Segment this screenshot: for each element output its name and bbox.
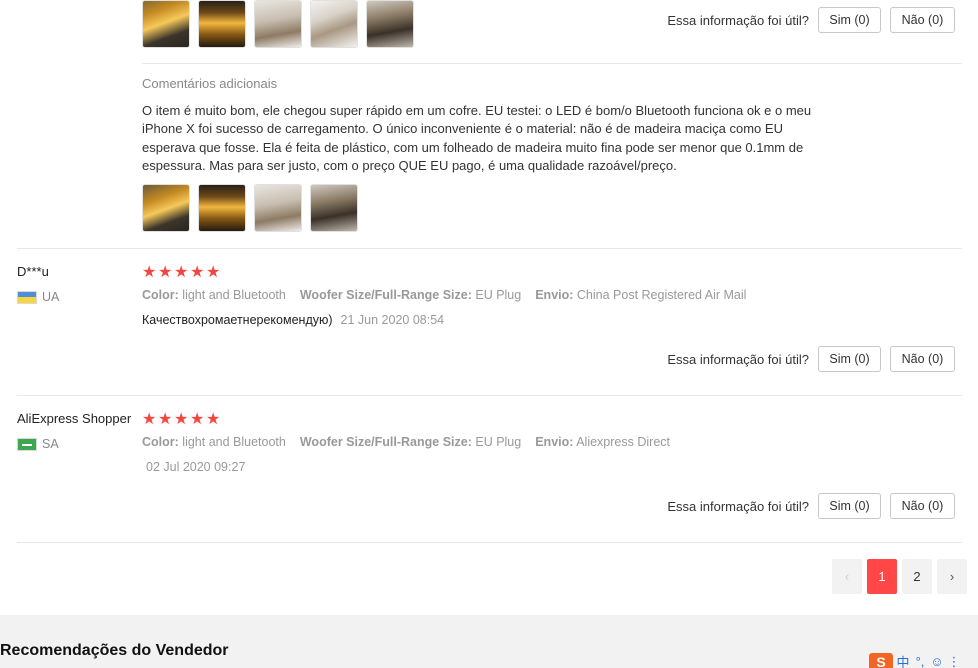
star-icon: ★ bbox=[174, 409, 189, 428]
review-feedback: Качествохромаетнерекомендую) 21 Jun 2020… bbox=[142, 313, 444, 327]
attr-shipping: Envio: China Post Registered Air Mail bbox=[535, 288, 747, 302]
reviewer-country: SA bbox=[17, 437, 59, 451]
attr-woofer: Woofer Size/Full-Range Size: EU Plug bbox=[299, 288, 522, 302]
star-icon: ★ bbox=[190, 409, 205, 428]
order-attributes: Color: light and Bluetooth Woofer Size/F… bbox=[142, 435, 670, 449]
attr-color: Color: light and Bluetooth bbox=[142, 435, 286, 449]
helpful-question: Essa informação foi útil? bbox=[667, 12, 809, 28]
pagination: ‹ 1 2 › bbox=[832, 559, 967, 594]
helpful-yes-button[interactable]: Sim (0) bbox=[818, 7, 881, 33]
page-1-button[interactable]: 1 bbox=[867, 559, 897, 594]
flag-sa-icon bbox=[17, 437, 37, 451]
star-icon: ★ bbox=[142, 262, 157, 281]
helpful-yes-button[interactable]: Sim (0) bbox=[818, 493, 881, 519]
additional-comments-title: Comentários adicionais bbox=[142, 76, 278, 91]
star-icon: ★ bbox=[206, 262, 221, 281]
review-divider bbox=[17, 395, 962, 396]
helpful-no-button[interactable]: Não (0) bbox=[890, 346, 955, 372]
attr-shipping: Envio: Aliexpress Direct bbox=[535, 435, 670, 449]
punctuation-icon[interactable]: °, bbox=[913, 654, 927, 668]
reviewer-name: D***u bbox=[17, 264, 49, 279]
helpful-question: Essa informação foi útil? bbox=[667, 498, 809, 514]
flag-ua-icon bbox=[17, 290, 37, 304]
attr-woofer: Woofer Size/Full-Range Size: EU Plug bbox=[299, 435, 522, 449]
review-photo[interactable] bbox=[254, 0, 302, 48]
star-icon: ★ bbox=[206, 409, 221, 428]
sogou-logo-icon[interactable]: S bbox=[869, 652, 893, 668]
review-photo[interactable] bbox=[198, 184, 246, 232]
star-icon: ★ bbox=[158, 409, 173, 428]
review-photo[interactable] bbox=[310, 0, 358, 48]
additional-comments-text: O item é muito bom, ele chegou super ráp… bbox=[142, 103, 812, 173]
reviewer-country: UA bbox=[17, 290, 59, 304]
helpful-row: Essa informação foi útil? Sim (0) Não (0… bbox=[667, 346, 955, 372]
country-code: UA bbox=[42, 290, 60, 304]
helpful-row: Essa informação foi útil? Sim (0) Não (0… bbox=[667, 493, 955, 519]
review-photo[interactable] bbox=[254, 184, 302, 232]
ime-more-icon[interactable]: ⋮ bbox=[947, 654, 961, 668]
helpful-no-button[interactable]: Não (0) bbox=[890, 493, 955, 519]
prev-page-button[interactable]: ‹ bbox=[832, 559, 862, 594]
helpful-yes-button[interactable]: Sim (0) bbox=[818, 346, 881, 372]
star-icon: ★ bbox=[190, 262, 205, 281]
reviewer-name: AliExpress Shopper bbox=[17, 411, 132, 426]
rating-stars: ★ ★ ★ ★ ★ bbox=[142, 264, 221, 280]
review-divider bbox=[17, 542, 962, 543]
review-photo[interactable] bbox=[142, 0, 190, 48]
ime-language[interactable]: 中 bbox=[896, 652, 910, 668]
review-date: 21 Jun 2020 08:54 bbox=[340, 313, 445, 327]
section-divider bbox=[142, 63, 962, 64]
page-2-button[interactable]: 2 bbox=[902, 559, 932, 594]
review-photo[interactable] bbox=[198, 0, 246, 48]
review-feedback: 02 Jul 2020 09:27 bbox=[146, 460, 245, 474]
emoji-icon[interactable]: ☺ bbox=[930, 654, 944, 668]
helpful-row: Essa informação foi útil? Sim (0) Não (0… bbox=[667, 7, 955, 33]
attr-color: Color: light and Bluetooth bbox=[142, 288, 286, 302]
review-photo[interactable] bbox=[142, 184, 190, 232]
star-icon: ★ bbox=[142, 409, 157, 428]
review-date: 02 Jul 2020 09:27 bbox=[146, 460, 246, 474]
order-attributes: Color: light and Bluetooth Woofer Size/F… bbox=[142, 288, 746, 302]
review-text: Качествохромаетнерекомендую) bbox=[142, 313, 333, 327]
rating-stars: ★ ★ ★ ★ ★ bbox=[142, 411, 221, 427]
star-icon: ★ bbox=[174, 262, 189, 281]
country-code: SA bbox=[42, 437, 59, 451]
review-photo[interactable] bbox=[310, 184, 358, 232]
review-photos-top bbox=[142, 0, 414, 48]
ime-toolbar: S 中 °, ☺ ⋮ bbox=[869, 652, 961, 668]
recommendations-title: Recomendações do Vendedor bbox=[0, 642, 229, 659]
star-icon: ★ bbox=[158, 262, 173, 281]
review-photo[interactable] bbox=[366, 0, 414, 48]
additional-photos bbox=[142, 184, 358, 232]
helpful-question: Essa informação foi útil? bbox=[667, 351, 809, 367]
next-page-button[interactable]: › bbox=[937, 559, 967, 594]
review-divider bbox=[17, 248, 962, 249]
helpful-no-button[interactable]: Não (0) bbox=[890, 7, 955, 33]
